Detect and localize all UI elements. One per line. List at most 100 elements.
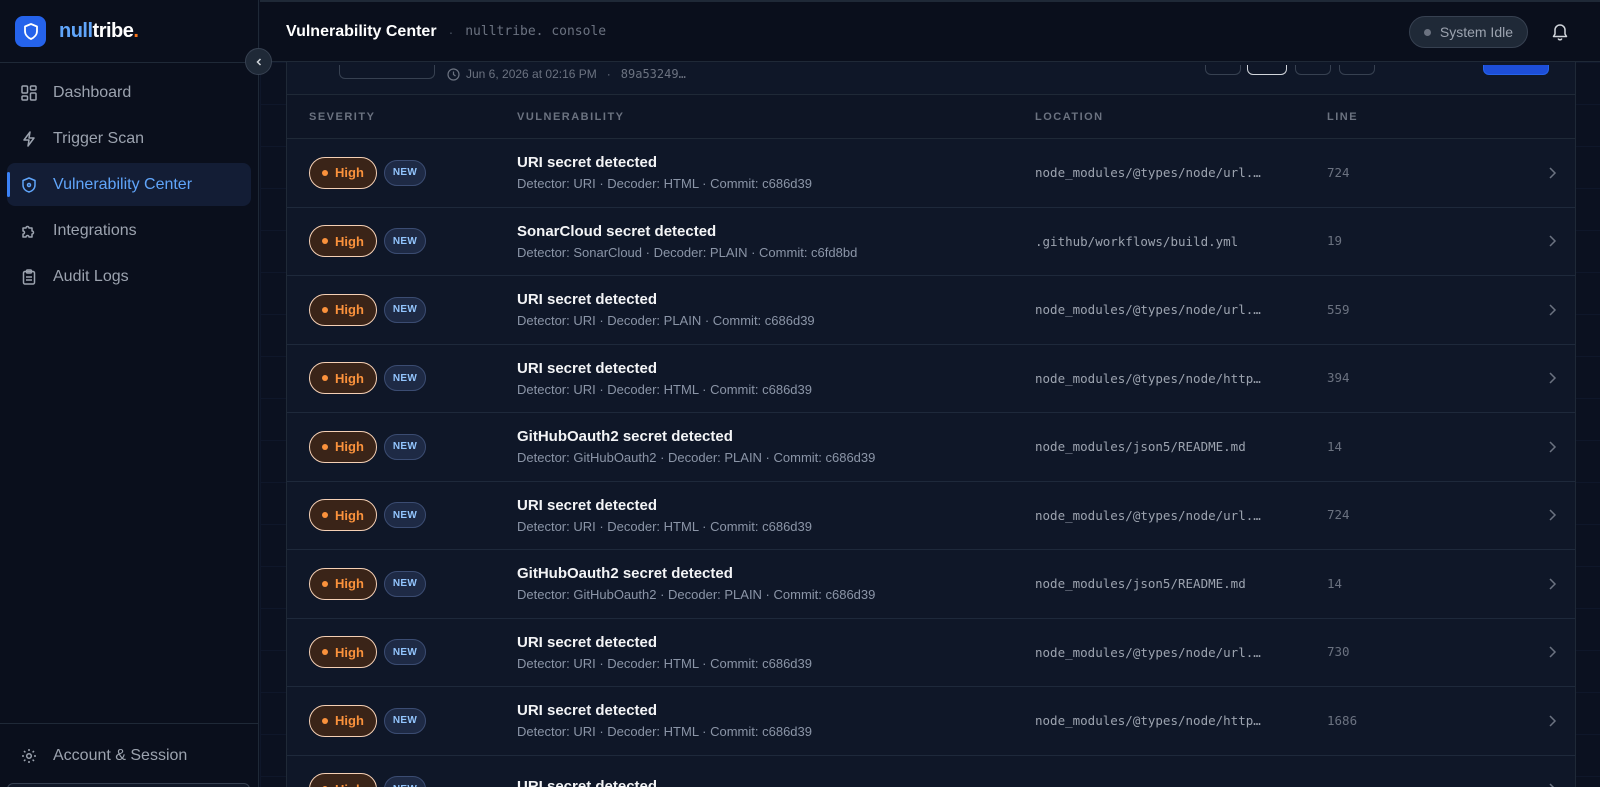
vulnerability-cell: GitHubOauth2 secret detected Detector: G… <box>517 565 1035 602</box>
line-cell: 14 <box>1327 575 1507 593</box>
line-number: 730 <box>1327 644 1350 660</box>
topbar: Vulnerability Center · nulltribe. consol… <box>260 0 1600 62</box>
severity-badge: High <box>309 225 377 258</box>
bell-icon[interactable] <box>1550 22 1570 42</box>
location-path: node_modules/@types/node/url.… <box>1035 302 1261 318</box>
dashboard-icon <box>20 84 38 102</box>
filter-button[interactable] <box>1339 65 1375 75</box>
new-badge: NEW <box>383 433 427 460</box>
clipboard-icon <box>20 268 38 286</box>
vulnerability-title: URI secret detected <box>517 359 658 377</box>
vulnerability-meta: Detector: GitHubOauth2 · Decoder: PLAIN … <box>517 450 876 466</box>
severity-cell: High NEW <box>287 293 517 326</box>
table-row[interactable]: High NEW URI secret detected Detector: U… <box>287 619 1575 687</box>
table-row[interactable]: High NEW GitHubOauth2 secret detected De… <box>287 413 1575 482</box>
puzzle-icon <box>20 222 38 240</box>
severity-cell: High NEW <box>287 773 517 787</box>
sidebar-item-dashboard[interactable]: Dashboard <box>7 71 251 114</box>
severity-badge: High <box>309 773 377 787</box>
chevron-right-icon[interactable] <box>1507 714 1557 728</box>
severity-dot-icon <box>322 169 328 176</box>
vulnerability-title: URI secret detected <box>517 702 658 720</box>
location-cell: node_modules/@types/node/http… <box>1035 713 1327 728</box>
chevron-right-icon[interactable] <box>1507 508 1557 522</box>
scan-selector[interactable] <box>339 65 435 79</box>
clock-icon <box>447 67 460 81</box>
severity-badge: High <box>309 430 377 463</box>
severity-cell: High NEW <box>287 156 517 189</box>
chevron-right-icon[interactable] <box>1507 166 1557 180</box>
table-row[interactable]: High NEW GitHubOauth2 secret detected De… <box>287 550 1575 619</box>
vulnerability-cell: URI secret detected Detector: URI · Deco… <box>517 634 1035 671</box>
severity-cell: High NEW <box>287 430 517 463</box>
collapse-sidebar-button[interactable] <box>245 48 272 75</box>
vulnerability-cell: URI secret detected Detector: URI · Deco… <box>517 291 1035 328</box>
shield-icon <box>20 176 38 194</box>
chevron-right-icon[interactable] <box>1507 234 1557 248</box>
vulnerability-cell: URI secret detected Detector: URI · Deco… <box>517 702 1035 739</box>
scan-timestamp: Jun 6, 2026 at 02:16 PM <box>466 67 597 81</box>
severity-label: High <box>335 370 364 386</box>
vulnerability-title: URI secret detected <box>517 778 658 787</box>
location-path: node_modules/@types/node/http… <box>1035 370 1261 386</box>
table-row[interactable]: High NEW URI secret detected Detector: U… <box>287 345 1575 413</box>
severity-label: High <box>335 713 364 729</box>
severity-label: High <box>335 165 364 181</box>
table-row[interactable]: High NEW URI secret detected Detector: U… <box>287 276 1575 345</box>
chevron-right-icon[interactable] <box>1507 371 1557 385</box>
location-path: node_modules/@types/node/url.… <box>1035 644 1261 660</box>
new-badge: NEW <box>383 776 427 787</box>
page-title: Vulnerability Center <box>286 22 437 40</box>
vulnerability-cell: URI secret detected Detector: URI · Deco… <box>517 360 1035 397</box>
sidebar-item-audit-logs[interactable]: Audit Logs <box>7 255 251 298</box>
chevron-right-icon[interactable] <box>1507 303 1557 317</box>
severity-dot-icon <box>322 717 328 724</box>
sidebar-item-label: Vulnerability Center <box>53 175 193 193</box>
severity-dot-icon <box>322 649 328 656</box>
vulnerability-title: URI secret detected <box>517 154 658 172</box>
primary-action-button[interactable] <box>1483 65 1549 75</box>
header-line: LINE <box>1327 110 1359 123</box>
severity-badge: High <box>309 362 377 395</box>
line-cell: 559 <box>1327 301 1507 319</box>
vulnerability-cell: SonarCloud secret detected Detector: Son… <box>517 223 1035 260</box>
sidebar-item-vulnerability-center[interactable]: Vulnerability Center <box>7 163 251 206</box>
table-row[interactable]: High NEW URI secret detected <box>287 756 1575 787</box>
line-cell: 724 <box>1327 506 1507 524</box>
vulnerability-meta: Detector: URI · Decoder: HTML · Commit: … <box>517 655 812 671</box>
table-header: SEVERITY VULNERABILITY LOCATION LINE <box>287 95 1575 139</box>
account-session-button[interactable]: Account & Session <box>7 734 252 777</box>
brand[interactable]: nulltribe. <box>0 0 258 63</box>
line-number: 19 <box>1327 233 1343 249</box>
location-cell: node_modules/@types/node/http… <box>1035 371 1327 386</box>
vulnerability-title: SonarCloud secret detected <box>517 222 717 240</box>
table-row[interactable]: High NEW URI secret detected Detector: U… <box>287 139 1575 208</box>
line-number: 724 <box>1327 507 1350 523</box>
console-subtitle: nulltribe. console <box>465 24 607 39</box>
sidebar-item-label: Integrations <box>53 221 137 239</box>
vulnerability-title: URI secret detected <box>517 291 658 309</box>
chevron-left-icon <box>255 57 261 66</box>
line-cell: 14 <box>1327 438 1507 456</box>
new-badge: NEW <box>383 228 427 255</box>
sidebar-item-trigger-scan[interactable]: Trigger Scan <box>7 117 251 160</box>
chevron-right-icon[interactable] <box>1507 645 1557 659</box>
filter-button-active[interactable] <box>1247 65 1287 75</box>
chevron-right-icon[interactable] <box>1507 782 1557 787</box>
table-row[interactable]: High NEW SonarCloud secret detected Dete… <box>287 208 1575 276</box>
filter-button[interactable] <box>1205 65 1241 75</box>
table-row[interactable]: High NEW URI secret detected Detector: U… <box>287 687 1575 756</box>
location-cell: .github/workflows/build.yml <box>1035 234 1327 249</box>
vulnerability-meta: Detector: URI · Decoder: HTML · Commit: … <box>517 176 812 192</box>
chevron-right-icon[interactable] <box>1507 440 1557 454</box>
sidebar-item-label: Audit Logs <box>53 267 129 285</box>
sidebar-item-integrations[interactable]: Integrations <box>7 209 251 252</box>
table-row[interactable]: High NEW URI secret detected Detector: U… <box>287 482 1575 550</box>
severity-label: High <box>335 507 364 523</box>
findings-panel: Jun 6, 2026 at 02:16 PM · 89a53249… SEVE… <box>286 42 1576 787</box>
gear-icon <box>20 747 38 765</box>
chevron-right-icon[interactable] <box>1507 577 1557 591</box>
user-card[interactable] <box>7 783 250 787</box>
severity-label: High <box>335 782 364 787</box>
filter-button[interactable] <box>1295 65 1331 75</box>
